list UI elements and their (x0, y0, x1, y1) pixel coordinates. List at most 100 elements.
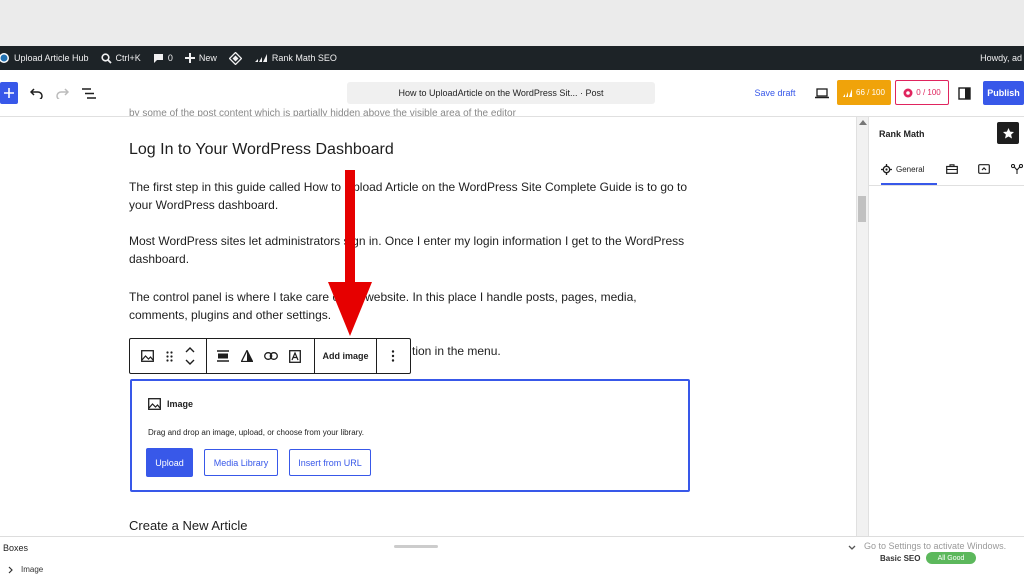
search-shortcut: Ctrl+K (115, 53, 141, 63)
image-icon (140, 350, 154, 362)
paragraph-2[interactable]: Most WordPress sites let administrators … (129, 232, 689, 268)
add-image-button[interactable]: Add image (315, 339, 376, 373)
windows-activation-notice: Go to Settings to activate Windows. (864, 541, 1006, 551)
search-icon (100, 52, 112, 64)
block-options-button[interactable] (384, 347, 402, 365)
boxes-label: Boxes (3, 543, 28, 553)
bottom-meta-panel: Boxes Image Go to Settings to activate W… (0, 536, 1024, 577)
star-icon (1002, 127, 1014, 138)
block-type-button[interactable] (138, 347, 156, 365)
link-icon (264, 352, 278, 360)
insert-from-url-button[interactable]: Insert from URL (289, 449, 371, 476)
seo-score-text: 66 / 100 (856, 88, 885, 97)
tab-schema[interactable] (975, 159, 993, 179)
drag-handle[interactable] (162, 347, 176, 365)
redo-button[interactable] (52, 82, 72, 104)
partial-text: by some of the post content which is par… (129, 108, 516, 116)
image-block-placeholder[interactable]: Image Drag and drop an image, upload, or… (130, 379, 690, 492)
plus-icon (4, 88, 14, 98)
rank-math-link[interactable]: Rank Math SEO (254, 53, 337, 63)
undo-icon (29, 87, 43, 99)
upload-button[interactable]: Upload (146, 448, 193, 477)
heading-login-text: Log In to Your WordPress Dashboard (129, 141, 394, 158)
basic-seo-label: Basic SEO (880, 554, 920, 563)
all-good-badge: All Good (926, 552, 976, 564)
toolbar-separator (206, 339, 207, 373)
content-ai-score-badge[interactable]: 0 / 100 (895, 80, 949, 105)
block-toolbar: Add image (129, 338, 411, 374)
social-icon (1011, 164, 1023, 174)
alt-text-button[interactable] (286, 347, 304, 365)
pin-sidebar-button[interactable] (997, 122, 1019, 144)
duotone-button[interactable] (238, 347, 256, 365)
media-library-label: Media Library (213, 457, 269, 468)
tab-general-label: General (896, 164, 925, 174)
paragraph-1[interactable]: The first step in this guide called How … (129, 178, 689, 214)
preview-icon (815, 87, 829, 98)
diamond-link[interactable] (228, 51, 242, 65)
toolbox-icon (946, 164, 958, 174)
move-up-down-buttons[interactable] (182, 345, 198, 367)
settings-panel-icon (957, 86, 971, 100)
paragraph-2-text: Most WordPress sites let administrators … (129, 234, 685, 266)
chevron-down-icon (848, 545, 856, 550)
basic-seo-text: Basic SEO (880, 554, 921, 563)
heading-login[interactable]: Log In to Your WordPress Dashboard (129, 141, 394, 159)
command-palette-button[interactable]: Ctrl+K (100, 52, 141, 64)
preview-button[interactable] (812, 83, 832, 103)
new-content-link[interactable]: New (184, 53, 217, 63)
alt-text-icon (289, 349, 301, 363)
paragraph-4[interactable]: tion in the menu. (412, 342, 612, 360)
save-draft-label: Save draft (754, 88, 796, 98)
resize-handle[interactable] (394, 545, 438, 548)
align-icon (217, 350, 229, 362)
seo-score-badge[interactable]: 66 / 100 (837, 80, 891, 105)
content-score-text: 0 / 100 (916, 88, 941, 97)
collapse-panel-button[interactable] (845, 540, 859, 554)
align-button[interactable] (214, 347, 232, 365)
add-image-label: Add image (322, 351, 369, 361)
image-block-title-text: Image (167, 399, 194, 409)
link-button[interactable] (262, 347, 280, 365)
list-view-icon (82, 87, 96, 99)
upload-label: Upload (155, 457, 184, 468)
image-meta-row[interactable]: Image (8, 565, 43, 574)
heading-create-article[interactable]: Create a New Article (129, 518, 248, 533)
scroll-up-icon (859, 120, 867, 125)
document-title: How to UploadArticle on the WordPress Si… (398, 88, 604, 98)
tab-social[interactable] (1009, 159, 1024, 179)
block-inserter-button[interactable] (0, 82, 18, 104)
wordpress-icon (0, 52, 10, 64)
new-label: New (198, 53, 217, 63)
partial-paragraph[interactable]: by some of the post content which is par… (129, 105, 689, 116)
duotone-icon (241, 350, 253, 362)
content-ai-icon (903, 88, 913, 97)
scrollbar-thumb[interactable] (858, 196, 866, 222)
tab-advanced[interactable] (943, 159, 961, 179)
account-menu[interactable]: Howdy, ad (980, 53, 1022, 63)
heading-create-article-text: Create a New Article (129, 518, 248, 533)
document-title-bar[interactable]: How to UploadArticle on the WordPress Si… (347, 82, 655, 104)
comments-link[interactable]: 0 (153, 53, 173, 64)
image-icon (148, 398, 161, 410)
save-draft-button[interactable]: Save draft (752, 86, 798, 100)
rank-math-label: Rank Math SEO (271, 53, 337, 63)
gear-icon (881, 163, 892, 175)
arrow-down-icon (328, 170, 372, 336)
settings-panel-toggle[interactable] (954, 83, 974, 103)
media-library-button[interactable]: Media Library (204, 449, 278, 476)
insert-from-url-label: Insert from URL (298, 457, 362, 468)
tab-general[interactable]: General (881, 155, 937, 185)
howdy-text: Howdy, ad (980, 53, 1022, 63)
toolbar-separator (376, 339, 377, 373)
rank-math-icon (254, 53, 268, 63)
move-icon (185, 347, 195, 365)
plus-icon (184, 53, 195, 63)
image-block-title: Image (148, 398, 193, 410)
document-overview-button[interactable] (78, 82, 100, 104)
site-name-link[interactable]: Upload Article Hub (0, 52, 89, 64)
rank-math-icon (843, 88, 853, 97)
publish-button[interactable]: Publish (983, 81, 1024, 105)
paragraph-3[interactable]: The control panel is where I take care o… (129, 288, 689, 324)
undo-button[interactable] (26, 82, 46, 104)
